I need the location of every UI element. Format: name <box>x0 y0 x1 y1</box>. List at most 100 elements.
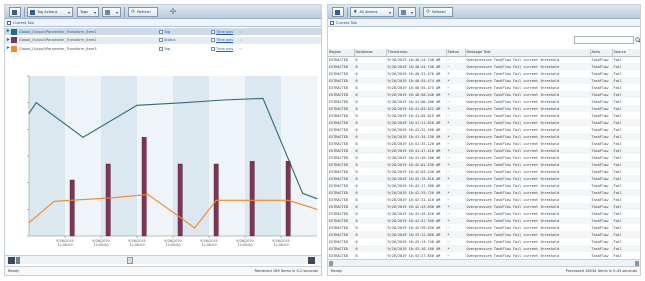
column-header[interactable]: Message Text <box>465 49 591 57</box>
table-cell: TaskFlow <box>590 112 613 119</box>
table-cell: Overpressure TaskFlow Fail current thres… <box>465 98 591 105</box>
table-cell: * <box>446 203 466 210</box>
table-row[interactable]: EXTRACTED 0 9/26/2019 10:43:13.740 AM ~ Over… <box>328 238 640 245</box>
series-checkbox[interactable] <box>159 38 163 42</box>
series-checkbox[interactable] <box>159 29 163 34</box>
series-link[interactable]: Tag <box>164 30 211 34</box>
row-options-icon[interactable]: ▭ <box>239 30 242 34</box>
table-cell: 0 <box>354 63 387 70</box>
table-cell: EXTRACTED <box>328 175 355 182</box>
table-row[interactable]: EXTRACTED 0 9/26/2019 10:40:24.740 AM ~ Over… <box>328 63 640 70</box>
table-cell: TaskFlow <box>590 147 613 154</box>
column-header[interactable]: Area <box>590 49 613 57</box>
view-dropdown[interactable]: ▾ <box>398 7 416 17</box>
series-link[interactable]: Status <box>164 38 211 42</box>
table-row[interactable]: EXTRACTED 0 9/26/2019 10:40:55.475 AM ~ Over… <box>328 84 640 91</box>
view-dropdown[interactable]: ▾ <box>102 7 121 17</box>
table-row[interactable]: EXTRACTED 0 9/26/2019 10:42:17.300 AM ~ Over… <box>328 182 640 189</box>
table-row[interactable]: EXTRACTED 0 9/26/2019 10:41:47.410 AM * Over… <box>328 147 640 154</box>
table-row[interactable]: EXTRACTED 0 9/26/2019 10:42:31.410 AM ~ Over… <box>328 196 640 203</box>
table-cell: Fail <box>612 252 640 259</box>
axis-link[interactable]: Time axis <box>216 30 233 34</box>
table-row[interactable]: EXTRACTED 0 9/26/2019 10:41:22.160 AM ~ Over… <box>328 126 640 133</box>
table-row[interactable]: EXTRACTED 0 9/26/2019 10:40:31.470 AM * Over… <box>328 70 640 77</box>
table-cell: EXTRACTED <box>328 252 355 259</box>
axis-link[interactable]: Time axis <box>216 38 233 42</box>
table-cell: Fail <box>612 245 640 252</box>
table-row[interactable]: EXTRACTED 0 9/26/2019 10:43:12.050 AM * Over… <box>328 231 640 238</box>
table-cell: 0 <box>354 84 387 91</box>
trend-status-bar: Ready Retrieved 189 items in 0.2 seconds <box>5 266 321 275</box>
table-row[interactable]: EXTRACTED 0 9/26/2019 10:40:58.540 AM * Over… <box>328 91 640 98</box>
row-options-icon[interactable]: ▭ <box>239 38 242 42</box>
scroll-thumb[interactable] <box>127 257 133 264</box>
scroll-right-button[interactable] <box>308 257 315 264</box>
chart-time-scrollbar[interactable] <box>5 255 321 264</box>
table-cell: TaskFlow <box>590 119 613 126</box>
column-header[interactable]: Source <box>612 49 640 57</box>
axis-checkbox[interactable] <box>211 38 215 42</box>
table-row[interactable]: EXTRACTED 0 9/26/2019 10:41:49.100 AM ~ Over… <box>328 154 640 161</box>
series-checkbox[interactable] <box>159 46 163 51</box>
table-row[interactable]: EXTRACTED 0 9/26/2019 10:42:45.520 AM ~ Over… <box>328 210 640 217</box>
toolbar-separator <box>24 7 25 17</box>
tab-current[interactable]: Current Tab <box>5 19 321 27</box>
table-cell: TaskFlow <box>590 238 613 245</box>
column-header[interactable]: Database <box>354 49 387 57</box>
axis-checkbox[interactable] <box>211 46 215 51</box>
table-row[interactable]: EXTRACTED 0 9/26/2019 10:43:27.850 AM ~ Over… <box>328 252 640 259</box>
legend-item[interactable]: ➤ Global_Output/Parameter_Transform_Item1… <box>5 28 321 36</box>
table-row[interactable]: EXTRACTED 0 9/26/2019 10:41:35.120 AM ~ Over… <box>328 140 640 147</box>
trend-chart[interactable]: 9/26/201912:00:009/26/201912:00:009/26/2… <box>5 54 321 255</box>
refresh-button[interactable]: ⟳ Refresh <box>423 7 453 17</box>
table-cell: TaskFlow <box>590 182 613 189</box>
table-row[interactable]: EXTRACTED 0 9/26/2019 10:41:00.200 AM ~ Over… <box>328 98 640 105</box>
table-row[interactable]: EXTRACTED 0 9/26/2019 10:42:01.530 AM * Over… <box>328 161 640 168</box>
table-cell: TaskFlow <box>590 77 613 84</box>
table-cell: 9/26/2019 10:41:00.200 AM <box>386 98 447 105</box>
row-options-icon[interactable]: ▭ <box>239 47 242 51</box>
menu-button[interactable] <box>9 7 21 17</box>
table-cell: Fail <box>612 133 640 140</box>
search-input[interactable] <box>574 36 634 44</box>
table-row[interactable]: EXTRACTED 0 9/26/2019 10:42:29.720 AM * Over… <box>328 189 640 196</box>
column-header[interactable]: Region <box>328 49 355 57</box>
refresh-button[interactable]: ⟳ Refresh <box>128 7 158 17</box>
table-cell: 0 <box>354 91 387 98</box>
table-cell: * <box>446 147 466 154</box>
series-link[interactable]: Tag <box>164 47 211 51</box>
table-row[interactable]: EXTRACTED 0 9/26/2019 10:41:03.622 AM * Over… <box>328 105 640 112</box>
table-row[interactable]: EXTRACTED 0 9/26/2019 10:42:43.830 AM * Over… <box>328 203 640 210</box>
tags-dropdown[interactable]: Tags ▾ <box>77 7 99 17</box>
table-row[interactable]: EXTRACTED 0 9/26/2019 10:43:26.160 AM * Over… <box>328 245 640 252</box>
legend-item[interactable]: ➤ Global_Output/Parameter_Transform_Item3… <box>5 45 321 53</box>
table-row[interactable]: EXTRACTED 0 9/26/2019 10:42:57.940 AM * Over… <box>328 217 640 224</box>
table-row[interactable]: EXTRACTED 0 9/26/2019 10:42:15.610 AM * Over… <box>328 175 640 182</box>
table-cell: * <box>446 175 466 182</box>
alarm-filter-dropdown[interactable]: ♦ All Alarms ▾ <box>350 7 394 17</box>
table-row[interactable]: EXTRACTED 0 9/26/2019 10:40:55.474 AM * Over… <box>328 77 640 84</box>
table-row[interactable]: EXTRACTED 0 9/26/2019 10:41:34.230 AM * Over… <box>328 133 640 140</box>
table-row[interactable]: EXTRACTED 0 9/26/2019 10:41:05.815 AM ~ Over… <box>328 112 640 119</box>
column-header[interactable]: Timestamp <box>386 49 447 57</box>
table-row[interactable]: EXTRACTED 0 9/26/2019 10:40:24.740 AM ~ Over… <box>328 56 640 63</box>
alarm-panel: ♦ All Alarms ▾ ▾ ⟳ Refresh Current Tab R… <box>327 4 641 276</box>
axis-link[interactable]: Time axis <box>216 47 233 51</box>
table-row[interactable]: EXTRACTED 0 9/26/2019 10:41:21.620 AM * Over… <box>328 119 640 126</box>
scroll-step-left-icon[interactable] <box>16 257 20 264</box>
tab-current[interactable]: Current Tab <box>328 19 640 27</box>
pin-icon[interactable]: ✢ <box>168 7 178 17</box>
menu-button[interactable] <box>332 7 344 17</box>
column-header[interactable]: Status <box>446 49 466 57</box>
table-cell: Overpressure TaskFlow Fail current thres… <box>465 224 591 231</box>
search-icon[interactable] <box>635 36 640 44</box>
table-row[interactable]: EXTRACTED 0 9/26/2019 10:42:59.630 AM ~ Over… <box>328 224 640 231</box>
axis-checkbox[interactable] <box>211 29 215 34</box>
table-row[interactable]: EXTRACTED 0 9/26/2019 10:42:03.240 AM ~ Over… <box>328 168 640 175</box>
legend-item[interactable]: ➤ Global_Output/Parameter_Transform_Item2… <box>5 36 321 45</box>
table-cell: Overpressure TaskFlow Fail current thres… <box>465 140 591 147</box>
table-cell: 0 <box>354 196 387 203</box>
table-cell: Fail <box>612 161 640 168</box>
tag-actions-dropdown[interactable]: Tag Actions ▾ <box>27 7 73 17</box>
scroll-left-button[interactable] <box>8 257 15 264</box>
